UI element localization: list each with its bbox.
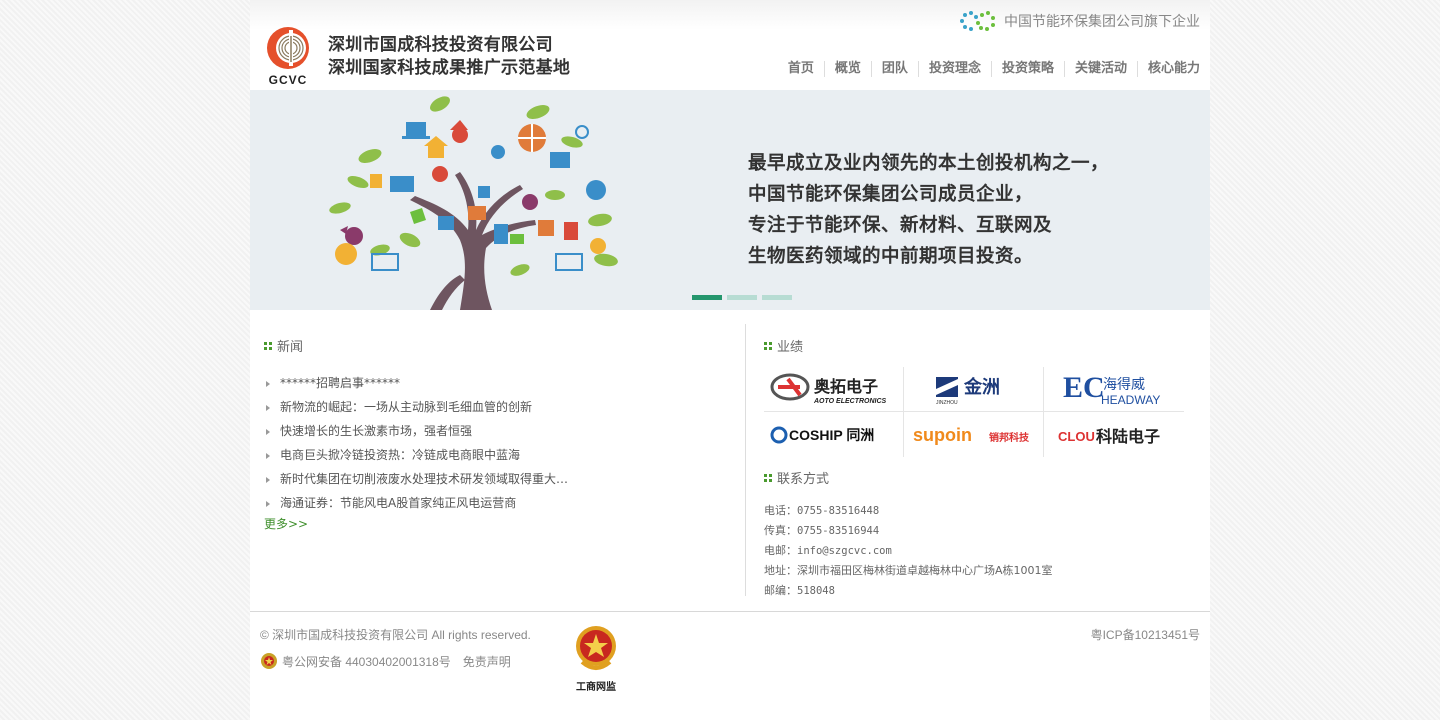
group-logo-icon bbox=[960, 11, 995, 31]
news-item[interactable]: 海通证券：节能风电A股首家纯正风电运营商 bbox=[264, 491, 584, 515]
contact-phone: 电话：0755-83516448 bbox=[764, 504, 880, 517]
portfolio-logos: 奥拓电子 AOTO ELECTRONICS 金洲 JINZHOU EC 海得威 … bbox=[764, 367, 1184, 457]
slider-dot-2[interactable] bbox=[727, 295, 757, 300]
main-nav: 首页 概览 团队 投资理念 投资策略 关键活动 核心能力 bbox=[778, 61, 1200, 77]
slider-dot-3[interactable] bbox=[762, 295, 792, 300]
clou-sub: CLOU bbox=[1058, 429, 1095, 444]
jinzhou-logo-icon: 金洲 JINZHOU bbox=[935, 376, 1000, 406]
icp-record[interactable]: 粤ICP备10213451号 bbox=[1091, 626, 1200, 643]
news-item[interactable]: 快速增长的生长激素市场，强者恒强 bbox=[264, 419, 584, 443]
performance-title: 业绩 bbox=[764, 336, 1184, 355]
column-divider bbox=[745, 324, 746, 596]
news-more-link[interactable]: 更多>> bbox=[264, 515, 734, 532]
nav-key-activities[interactable]: 关键活动 bbox=[1063, 61, 1137, 77]
jinzhou-sub: JINZHOU bbox=[936, 400, 958, 406]
aoto-logo-icon: 奥拓电子 AOTO ELECTRONICS bbox=[770, 373, 887, 405]
headway-sub: HEADWAY bbox=[1101, 393, 1160, 407]
header: GCVC 深圳市国成科技投资有限公司 深圳国家科技成果推广示范基地 中国节能环保… bbox=[250, 0, 1210, 90]
business-badge-icon bbox=[576, 626, 616, 670]
jinzhou-name: 金洲 bbox=[963, 376, 1000, 398]
group-tag[interactable]: 中国节能环保集团公司旗下企业 bbox=[956, 9, 1200, 33]
logo-aoto[interactable]: 奥拓电子 AOTO ELECTRONICS bbox=[764, 367, 904, 412]
contact-email[interactable]: 电邮：info@szgcvc.com bbox=[764, 541, 1184, 561]
banner-line-3: 专注于节能环保、新材料、互联网及 bbox=[748, 215, 1053, 236]
coship-name: COSHIP 同洲 bbox=[789, 427, 874, 443]
company-name: 深圳市国成科技投资有限公司 深圳国家科技成果推广示范基地 bbox=[328, 34, 570, 80]
headway-logo-icon: EC 海得威 HEADWAY bbox=[1063, 371, 1160, 407]
section-bullet-icon bbox=[764, 473, 772, 482]
copyright: © 深圳市国成科技投资有限公司 All rights reserved. bbox=[260, 628, 531, 642]
logo-coship[interactable]: COSHIP 同洲 bbox=[764, 412, 904, 457]
logo-supoin[interactable]: supoin 销邦科技 bbox=[904, 412, 1044, 457]
news-title: 新闻 bbox=[264, 336, 734, 355]
section-bullet-icon bbox=[764, 341, 772, 350]
contact-zip: 邮编：518048 bbox=[764, 584, 835, 597]
banner-slider[interactable]: 最早成立及业内领先的本土创投机构之一， 中国节能环保集团公司成员企业， 专注于节… bbox=[250, 90, 1210, 310]
news-list: ******招聘启事****** 新物流的崛起：一场从主动脉到毛细血管的创新 快… bbox=[264, 371, 734, 515]
banner-line-1: 最早成立及业内领先的本土创投机构之一， bbox=[748, 153, 1110, 174]
performance-section: 业绩 奥拓电子 AOTO ELECTRONICS 金洲 JINZHOU EC 海… bbox=[764, 336, 1184, 457]
tech-tree-illustration bbox=[329, 96, 618, 310]
contact-fax: 传真：0755-83516944 bbox=[764, 524, 880, 537]
banner-line-4: 生物医药领域的中前期项目投资。 bbox=[748, 246, 1034, 267]
contact-title: 联系方式 bbox=[764, 468, 1184, 487]
disclaimer-link[interactable]: 免责声明 bbox=[463, 653, 511, 670]
headway-name: 海得威 bbox=[1103, 376, 1145, 393]
badge-text: 工商网监 bbox=[576, 682, 616, 693]
banner-text: 最早成立及业内领先的本土创投机构之一， 中国节能环保集团公司成员企业， 专注于节… bbox=[748, 148, 1109, 272]
performance-title-text: 业绩 bbox=[777, 340, 804, 355]
company-line-2: 深圳国家科技成果推广示范基地 bbox=[328, 58, 571, 78]
business-supervision-badge[interactable]: 工商网监 bbox=[568, 622, 624, 693]
police-record-text[interactable]: 粤公网安备 44030402001318号 bbox=[282, 653, 451, 670]
nav-philosophy[interactable]: 投资理念 bbox=[917, 61, 991, 77]
logo-jinzhou[interactable]: 金洲 JINZHOU bbox=[904, 367, 1044, 412]
slider-dots bbox=[692, 295, 797, 300]
news-section: 新闻 ******招聘启事****** 新物流的崛起：一场从主动脉到毛细血管的创… bbox=[264, 336, 734, 532]
gcvc-logo-icon bbox=[267, 27, 309, 69]
news-item[interactable]: 新时代集团在切削液废水处理技术研发领域取得重大… bbox=[264, 467, 584, 491]
contact-section: 联系方式 电话：0755-83516448 传真：0755-83516944 电… bbox=[764, 468, 1184, 601]
section-bullet-icon bbox=[264, 341, 272, 350]
aoto-sub: AOTO ELECTRONICS bbox=[813, 398, 887, 405]
clou-name: 科陆电子 bbox=[1096, 427, 1160, 446]
logo-clou[interactable]: CLOU 科陆电子 bbox=[1044, 412, 1184, 457]
nav-overview[interactable]: 概览 bbox=[823, 61, 871, 77]
logo-text: GCVC bbox=[268, 73, 308, 87]
nav-team[interactable]: 团队 bbox=[870, 61, 918, 77]
slider-dot-1[interactable] bbox=[692, 295, 722, 300]
contact-details: 电话：0755-83516448 传真：0755-83516944 电邮：inf… bbox=[764, 501, 1184, 601]
coship-logo-icon: COSHIP 同洲 bbox=[770, 426, 874, 443]
company-line-1: 深圳市国成科技投资有限公司 bbox=[328, 35, 553, 55]
logo-headway[interactable]: EC 海得威 HEADWAY bbox=[1044, 367, 1184, 412]
page: GCVC 深圳市国成科技投资有限公司 深圳国家科技成果推广示范基地 中国节能环保… bbox=[250, 0, 1210, 720]
news-item[interactable]: 新物流的崛起：一场从主动脉到毛细血管的创新 bbox=[264, 395, 584, 419]
contact-address: 地址：深圳市福田区梅林街道卓越梅林中心广场A栋1001室 bbox=[764, 564, 1053, 577]
supoin-name: supoin bbox=[913, 425, 972, 445]
contact-title-text: 联系方式 bbox=[777, 472, 830, 487]
aoto-name: 奥拓电子 bbox=[814, 377, 878, 396]
banner-line-2: 中国节能环保集团公司成员企业， bbox=[748, 184, 1034, 205]
supoin-sub: 销邦科技 bbox=[989, 431, 1030, 444]
nav-strategy[interactable]: 投资策略 bbox=[990, 61, 1064, 77]
supoin-logo-icon: supoin 销邦科技 bbox=[913, 425, 1030, 445]
group-tag-text: 中国节能环保集团公司旗下企业 bbox=[1004, 14, 1200, 30]
svg-text:EC: EC bbox=[1063, 371, 1105, 404]
gcvc-logo[interactable]: GCVC bbox=[262, 26, 314, 88]
nav-home[interactable]: 首页 bbox=[778, 61, 824, 77]
clou-logo-icon: CLOU 科陆电子 bbox=[1058, 427, 1160, 446]
nav-core-capabilities[interactable]: 核心能力 bbox=[1136, 61, 1200, 77]
footer-divider bbox=[250, 611, 1210, 612]
police-badge-icon bbox=[261, 653, 277, 669]
news-item[interactable]: 电商巨头掀冷链投资热：冷链成电商眼中蓝海 bbox=[264, 443, 584, 467]
police-record: 粤公网安备 44030402001318号 免责声明 bbox=[260, 652, 511, 670]
news-title-text: 新闻 bbox=[277, 340, 304, 355]
news-item[interactable]: ******招聘启事****** bbox=[264, 371, 584, 395]
